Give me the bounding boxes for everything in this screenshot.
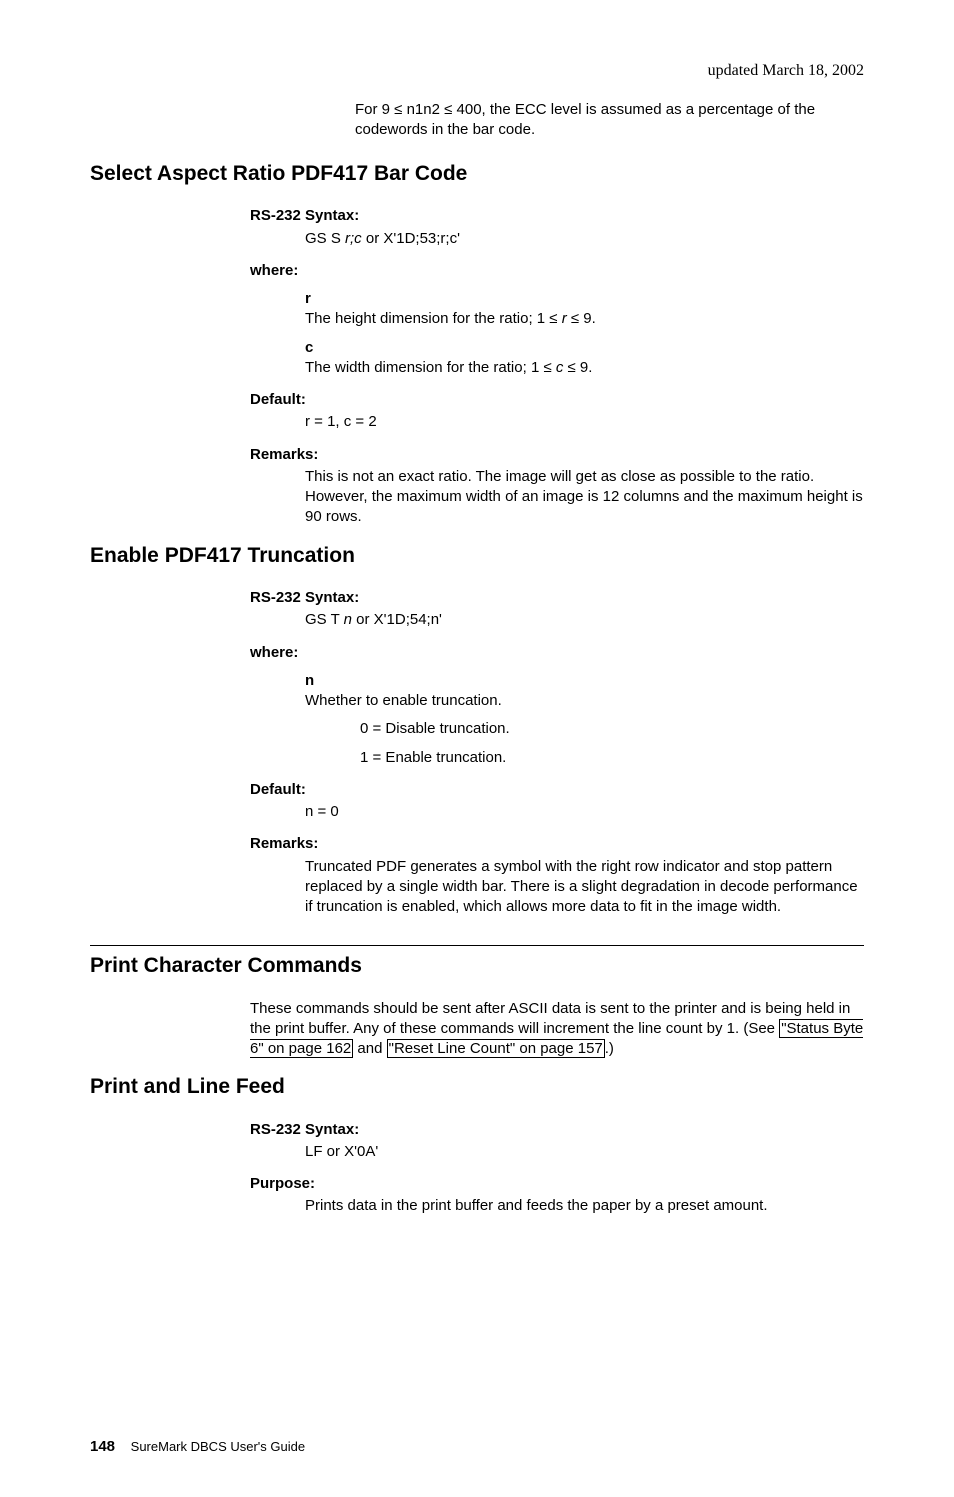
horizontal-rule [90, 945, 864, 946]
purpose-label: Purpose: [250, 1174, 864, 1194]
r-desc-pre: The height dimension for the ratio; 1 ≤ [305, 310, 562, 327]
param-key-n: n [305, 671, 360, 691]
remarks-label-2: Remarks: [250, 834, 864, 854]
remarks-label: Remarks: [250, 445, 864, 465]
param-key-r: r [305, 289, 360, 309]
default-body: r = 1, c = 2 [305, 412, 864, 432]
syntax2-post: or X'1D;54;n' [352, 611, 442, 628]
param-row-r: r The height dimension for the ratio; 1 … [305, 289, 864, 330]
syntax-label-2: RS-232 Syntax: [250, 588, 864, 608]
syntax-label-4: RS-232 Syntax: [250, 1120, 864, 1140]
default-label: Default: [250, 390, 864, 410]
xref-reset-line-count[interactable]: "Reset Line Count" on page 157 [387, 1039, 605, 1058]
body-pre: These commands should be sent after ASCI… [250, 1000, 850, 1037]
intro-paragraph: For 9 ≤ n1n2 ≤ 400, the ECC level is ass… [355, 100, 864, 141]
section-title-print-char: Print Character Commands [90, 952, 864, 980]
syntax-pre: GS S [305, 230, 345, 247]
param-opt-1: 1 = Enable truncation. [360, 748, 864, 768]
param-desc-c: The width dimension for the ratio; 1 ≤ c… [305, 358, 805, 378]
body-mid: and [353, 1040, 386, 1057]
syntax-label: RS-232 Syntax: [250, 206, 864, 226]
where-label: where: [250, 261, 864, 281]
c-desc-pre: The width dimension for the ratio; 1 ≤ [305, 359, 556, 376]
param-key-c: c [305, 338, 360, 358]
param-desc-r: The height dimension for the ratio; 1 ≤ … [305, 309, 805, 329]
remarks-body: This is not an exact ratio. The image wi… [305, 467, 864, 528]
page-footer: 148 SureMark DBCS User's Guide [90, 1437, 864, 1457]
param-row-c: c The width dimension for the ratio; 1 ≤… [305, 338, 864, 379]
where-label-2: where: [250, 643, 864, 663]
page-number: 148 [90, 1438, 115, 1455]
body-post: .) [605, 1040, 614, 1057]
param-desc-n: Whether to enable truncation. [305, 691, 805, 711]
section-title-print-line-feed: Print and Line Feed [90, 1073, 864, 1101]
param-row-n: n Whether to enable truncation. [305, 671, 864, 712]
section-title-truncation: Enable PDF417 Truncation [90, 542, 864, 570]
default-label-2: Default: [250, 780, 864, 800]
syntax-post: or X'1D;53;r;c' [362, 230, 460, 247]
syntax-body-4: LF or X'0A' [305, 1142, 864, 1162]
syntax-body-2: GS T n or X'1D;54;n' [305, 610, 864, 630]
default-body-2: n = 0 [305, 802, 864, 822]
book-title: SureMark DBCS User's Guide [131, 1439, 305, 1454]
section-title-aspect-ratio: Select Aspect Ratio PDF417 Bar Code [90, 160, 864, 188]
syntax-body: GS S r;c or X'1D;53;r;c' [305, 229, 864, 249]
header-date: updated March 18, 2002 [90, 60, 864, 82]
param-opt-0: 0 = Disable truncation. [360, 719, 864, 739]
r-desc-post: ≤ 9. [567, 310, 596, 327]
syntax2-pre: GS T [305, 611, 344, 628]
print-char-body: These commands should be sent after ASCI… [250, 999, 864, 1060]
c-desc-post: ≤ 9. [563, 359, 592, 376]
purpose-body: Prints data in the print buffer and feed… [305, 1196, 864, 1216]
remarks-body-2: Truncated PDF generates a symbol with th… [305, 857, 864, 918]
syntax-ital: r;c [345, 230, 362, 247]
syntax2-ital: n [344, 611, 352, 628]
